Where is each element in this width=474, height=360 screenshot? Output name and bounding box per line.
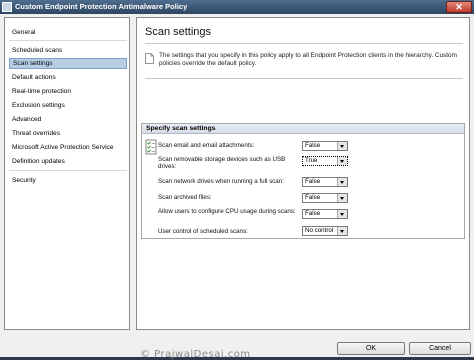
setting-label-scan-email: Scan email and email attachments: <box>158 142 255 149</box>
page-title: Scan settings <box>145 26 212 38</box>
watermark: © PrajwalDesai.com <box>140 349 251 360</box>
policy-description: The settings that you specify in this po… <box>159 52 457 67</box>
nav-item-maps[interactable]: Microsoft Active Protection Service <box>9 142 127 153</box>
nav-item-real-time-protection[interactable]: Real-time protection <box>9 86 127 97</box>
setting-label-scan-archived: Scan archived files: <box>158 194 212 201</box>
nav-item-definition-updates[interactable]: Definition updates <box>9 156 127 167</box>
chevron-down-icon[interactable] <box>337 142 347 150</box>
title-divider <box>145 43 463 44</box>
scan-archived-dropdown[interactable]: False <box>302 193 348 203</box>
dialog-body: General Scheduled scans Scan settings De… <box>0 14 474 360</box>
scan-removable-dropdown[interactable]: True <box>302 156 348 166</box>
dropdown-value: False <box>305 210 321 217</box>
setting-label-user-control: User control of scheduled scans: <box>158 228 248 235</box>
nav-item-advanced[interactable]: Advanced <box>9 114 127 125</box>
nav-item-exclusion-settings[interactable]: Exclusion settings <box>9 100 127 111</box>
chevron-down-icon[interactable] <box>337 157 347 165</box>
cpu-usage-dropdown[interactable]: False <box>302 209 348 219</box>
window-title: Custom Endpoint Protection Antimalware P… <box>15 2 188 11</box>
document-info-icon <box>145 53 154 64</box>
nav-divider <box>9 40 127 41</box>
dropdown-value: No control <box>305 227 334 234</box>
description-divider <box>145 78 463 79</box>
nav-item-threat-overrides[interactable]: Threat overrides <box>9 128 127 139</box>
scan-email-dropdown[interactable]: False <box>302 141 348 151</box>
user-control-dropdown[interactable]: No control <box>302 226 348 236</box>
nav-divider <box>9 170 127 171</box>
nav-item-scheduled-scans[interactable]: Scheduled scans <box>9 45 127 56</box>
chevron-down-icon[interactable] <box>337 227 347 235</box>
scan-network-dropdown[interactable]: False <box>302 177 348 187</box>
ok-button[interactable]: OK <box>337 342 405 355</box>
nav-item-default-actions[interactable]: Default actions <box>9 72 127 83</box>
chevron-down-icon[interactable] <box>337 194 347 202</box>
setting-label-scan-network: Scan network drives when running a full … <box>158 178 284 185</box>
cancel-button[interactable]: Cancel <box>409 342 471 355</box>
app-icon <box>2 2 12 12</box>
setting-label-cpu-usage: Allow users to configure CPU usage durin… <box>158 208 296 215</box>
checklist-icon <box>145 139 157 155</box>
section-header: Specify scan settings <box>142 124 464 134</box>
settings-pane: Scan settings The settings that you spec… <box>136 17 470 330</box>
navigation-pane: General Scheduled scans Scan settings De… <box>4 17 130 330</box>
dropdown-value: True <box>305 157 318 165</box>
nav-item-general[interactable]: General <box>9 27 127 38</box>
setting-label-scan-removable: Scan removable storage devices such as U… <box>158 156 286 170</box>
chevron-down-icon[interactable] <box>337 210 347 218</box>
title-bar: Custom Endpoint Protection Antimalware P… <box>0 0 474 14</box>
nav-item-security[interactable]: Security <box>9 175 127 186</box>
dropdown-value: False <box>305 142 321 149</box>
nav-item-scan-settings[interactable]: Scan settings <box>9 58 127 69</box>
scan-settings-group: Specify scan settings Scan email and ema… <box>141 123 465 239</box>
chevron-down-icon[interactable] <box>337 178 347 186</box>
dropdown-value: False <box>305 194 321 201</box>
close-button[interactable]: ✕ <box>446 1 472 13</box>
dropdown-value: False <box>305 178 321 185</box>
